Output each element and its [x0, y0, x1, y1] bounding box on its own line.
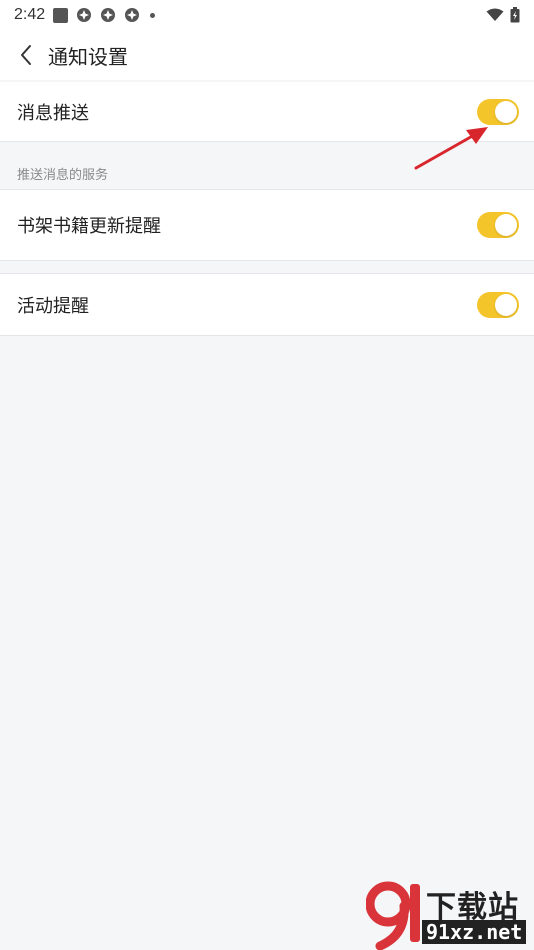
notification-app-icon: [101, 8, 116, 22]
annotation-arrow-icon: [414, 127, 488, 170]
page-title: 通知设置: [48, 44, 128, 69]
notification-app-icon: [77, 8, 92, 22]
status-left: 2:42: [14, 6, 156, 24]
bookshelf-update-toggle[interactable]: [477, 212, 519, 238]
more-notifications-dot-icon: [150, 12, 156, 18]
status-right: [486, 7, 520, 23]
back-button[interactable]: [6, 35, 46, 75]
toggle-knob: [495, 214, 517, 236]
toggle-knob: [495, 293, 517, 316]
section-title: 推送消息的服务: [17, 168, 109, 183]
notification-square-icon: [53, 7, 69, 23]
bookshelf-update-row: 书架书籍更新提醒: [0, 189, 534, 261]
bookshelf-update-label: 书架书籍更新提醒: [17, 216, 161, 237]
screen: 2:42 通知设置 消息推送 推送消息的服务 书架书籍更新提醒 活动提醒 下载站…: [0, 0, 534, 950]
chevron-left-icon: [21, 45, 31, 65]
watermark: 下载站 91xz.net: [366, 880, 532, 950]
notification-app-icon: [125, 8, 140, 22]
activity-reminder-label: 活动提醒: [17, 295, 89, 317]
activity-reminder-toggle[interactable]: [477, 291, 519, 318]
message-push-label: 消息推送: [17, 102, 89, 124]
status-time: 2:42: [14, 6, 46, 23]
watermark-url: 91xz.net: [422, 920, 527, 944]
app-header: 通知设置: [0, 30, 534, 80]
watermark-logo-icon: [366, 881, 420, 950]
battery-icon: [510, 7, 520, 23]
activity-reminder-row: 活动提醒: [0, 273, 534, 336]
wifi-icon: [486, 8, 504, 21]
status-bar: 2:42: [0, 0, 534, 30]
